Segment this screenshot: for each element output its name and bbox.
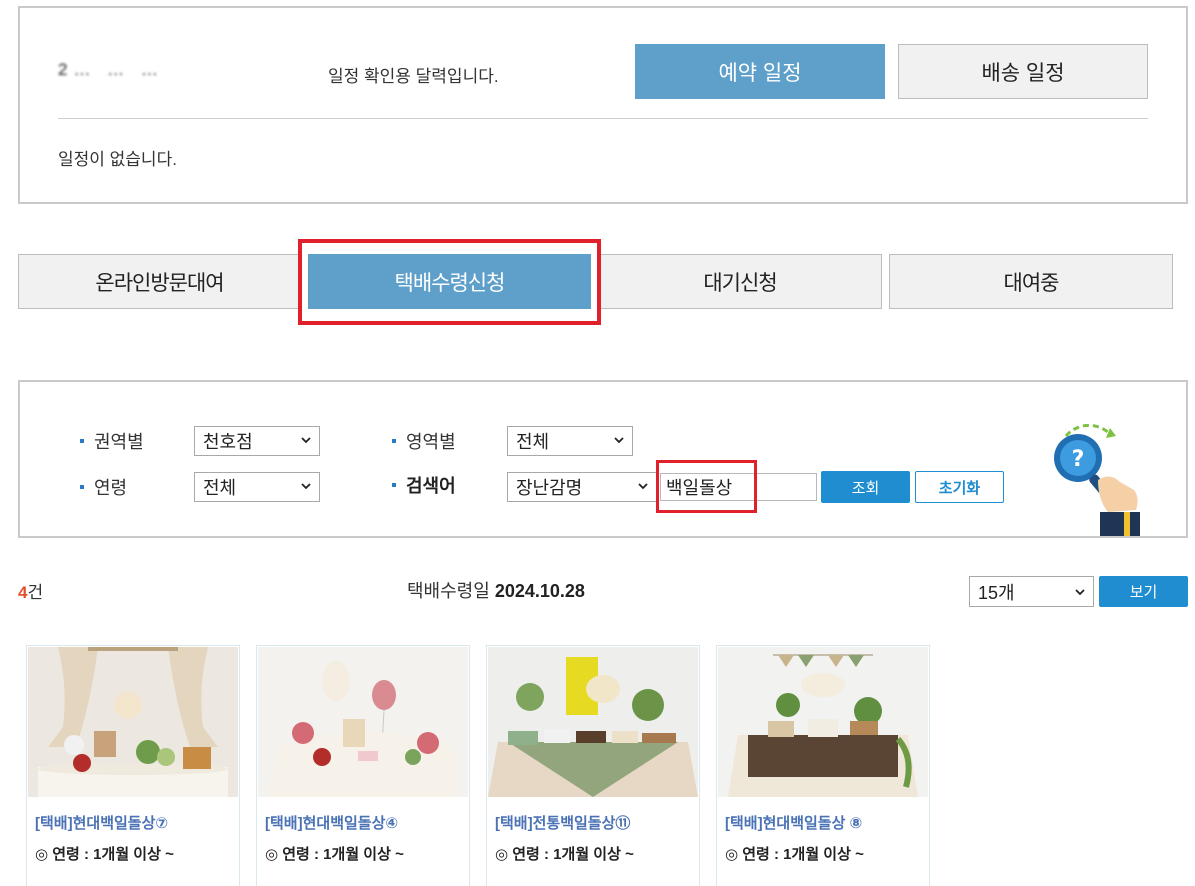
area-filter-label: 영역별 — [392, 428, 456, 454]
bullet-icon — [392, 439, 396, 444]
view-button[interactable]: 보기 — [1099, 576, 1188, 607]
chevron-down-icon — [301, 437, 311, 444]
tab-online-visit-rental[interactable]: 온라인방문대여 — [18, 254, 301, 309]
tab-currently-rented[interactable]: 대여중 — [889, 254, 1173, 309]
product-title[interactable]: [택배]현대백일돌상④ — [265, 812, 398, 833]
area-select[interactable]: 전체 — [507, 426, 633, 456]
age-filter-label: 연령 — [80, 474, 127, 500]
product-image — [258, 647, 468, 797]
region-select[interactable]: 천호점 — [194, 426, 320, 456]
product-image — [488, 647, 698, 797]
result-count: 4건 — [18, 583, 44, 602]
keyword-input[interactable]: 백일돌상 — [660, 473, 817, 501]
keyword-filter-label: 검색어 — [392, 472, 456, 498]
chevron-down-icon — [1075, 589, 1085, 596]
product-image — [28, 647, 238, 797]
tab-delivery-pickup-request[interactable]: 택배수령신청 — [308, 254, 591, 309]
svg-text:?: ? — [1072, 447, 1085, 472]
chevron-down-icon — [638, 483, 648, 490]
product-image — [718, 647, 928, 797]
schedule-calendar-panel — [18, 6, 1188, 204]
product-card[interactable]: [택배]현대백일돌상⑦ ◎ 연령 : 1개월 이상 ~ — [26, 645, 240, 886]
calendar-date: 2… … … — [58, 60, 164, 79]
product-age: ◎ 연령 : 1개월 이상 ~ — [725, 846, 864, 863]
bullet-icon — [392, 483, 396, 488]
reset-button[interactable]: 초기화 — [915, 471, 1004, 503]
product-card[interactable]: [택배]현대백일돌상 ⑧ ◎ 연령 : 1개월 이상 ~ — [716, 645, 930, 886]
chevron-down-icon — [614, 437, 624, 444]
search-filter-panel — [18, 380, 1188, 538]
magnifier-question-icon: ? — [1054, 423, 1140, 536]
delivery-schedule-button[interactable]: 배송 일정 — [898, 44, 1148, 99]
product-title[interactable]: [택배]현대백일돌상⑦ — [35, 812, 168, 833]
bullet-icon — [80, 485, 84, 490]
chevron-down-icon — [301, 483, 311, 490]
product-age: ◎ 연령 : 1개월 이상 ~ — [265, 846, 404, 863]
product-age: ◎ 연령 : 1개월 이상 ~ — [35, 846, 174, 863]
keyword-type-select[interactable]: 장난감명 — [507, 472, 657, 502]
bullet-icon — [80, 439, 84, 444]
region-filter-label: 권역별 — [80, 428, 144, 454]
product-age: ◎ 연령 : 1개월 이상 ~ — [495, 846, 634, 863]
age-select[interactable]: 전체 — [194, 472, 320, 502]
search-button[interactable]: 조회 — [821, 471, 910, 503]
tab-waitlist-request[interactable]: 대기신청 — [598, 254, 882, 309]
product-title[interactable]: [택배]전통백일돌상⑪ — [495, 812, 630, 833]
product-card[interactable]: [택배]현대백일돌상④ ◎ 연령 : 1개월 이상 ~ — [256, 645, 470, 886]
calendar-description: 일정 확인용 달력입니다. — [328, 67, 499, 86]
no-schedule-message: 일정이 없습니다. — [58, 150, 177, 169]
product-card[interactable]: [택배]전통백일돌상⑪ ◎ 연령 : 1개월 이상 ~ — [486, 645, 700, 886]
per-page-select[interactable]: 15개 — [969, 576, 1094, 607]
delivery-date: 택배수령일 2024.10.28 — [407, 581, 585, 601]
reservation-schedule-button[interactable]: 예약 일정 — [635, 44, 885, 99]
product-title[interactable]: [택배]현대백일돌상 ⑧ — [725, 812, 862, 833]
calendar-divider — [58, 118, 1148, 119]
